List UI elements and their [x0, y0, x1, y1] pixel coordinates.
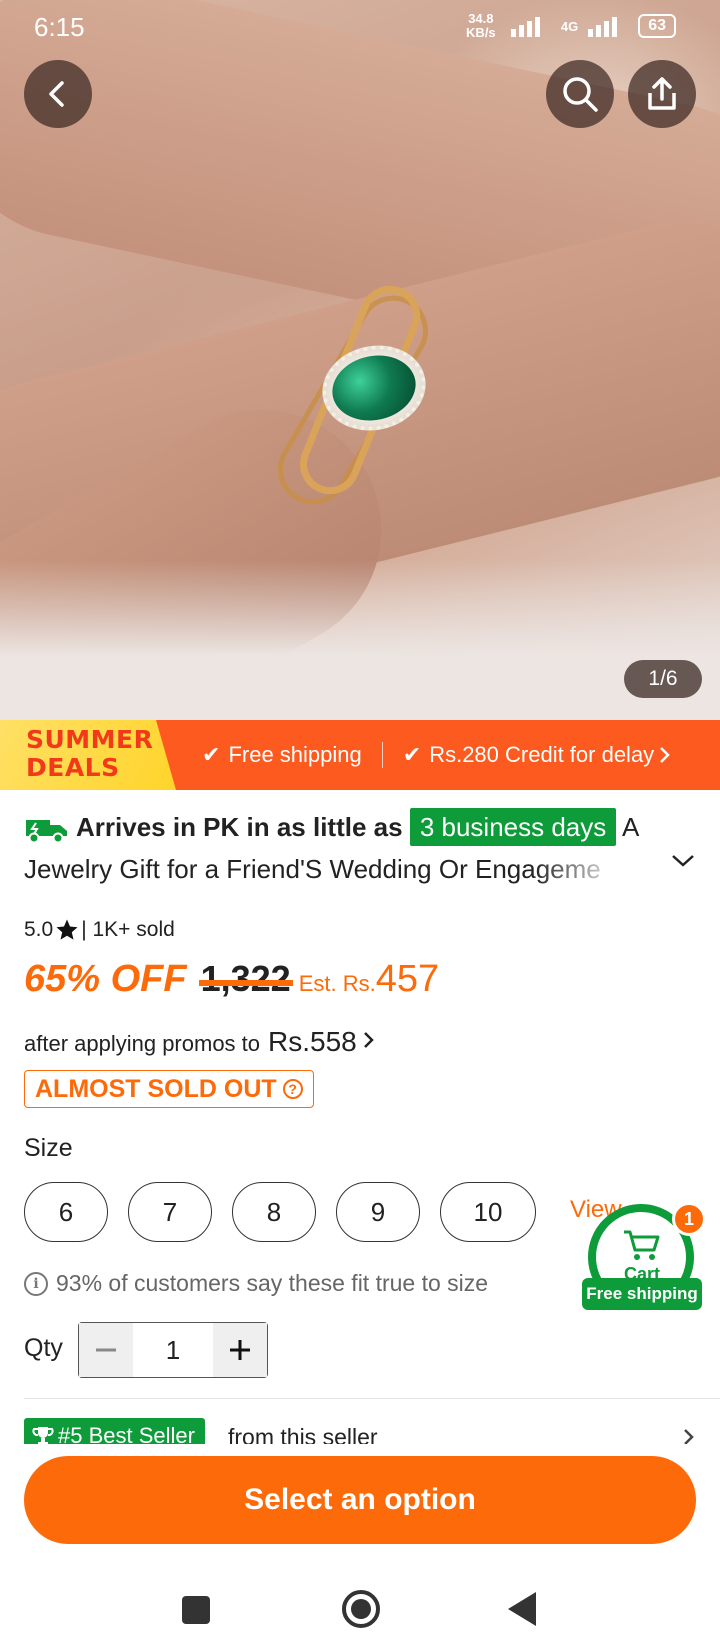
image-counter: 1/6 [624, 660, 702, 698]
decrease-qty-button[interactable] [79, 1323, 133, 1377]
summer-deals-logo: SUMMER DEALS [0, 720, 176, 790]
status-bar: 6:15 34.8 KB/s 4G 63 [0, 0, 720, 54]
status-icons: 34.8 KB/s 4G 63 [461, 12, 676, 40]
increase-qty-button[interactable] [213, 1323, 267, 1377]
chevron-right-icon [660, 747, 670, 763]
size-option-10[interactable]: 10 [440, 1182, 536, 1242]
expand-title-icon[interactable] [670, 852, 696, 870]
chevron-left-icon [49, 81, 64, 107]
size-option-7[interactable]: 7 [128, 1182, 212, 1242]
product-image[interactable] [0, 0, 720, 720]
star-icon [56, 919, 78, 940]
signal-icon-2 [588, 17, 618, 37]
recent-apps-button[interactable] [182, 1596, 210, 1624]
size-option-8[interactable]: 8 [232, 1182, 316, 1242]
promo-banner[interactable]: SUMMER DEALS ✔ Free shipping ✔ Rs.280 Cr… [0, 720, 720, 790]
fit-note-text: 93% of customers say these fit true to s… [56, 1270, 489, 1296]
bottom-action-bar: Select an option [0, 1444, 720, 1650]
fast-delivery-truck-icon [26, 820, 67, 844]
rating-row[interactable]: 5.0 | 1K+ sold [24, 918, 175, 942]
seller-text: from this seller [228, 1424, 378, 1444]
promo-text: after applying promos to [24, 1031, 261, 1056]
qty-value[interactable]: 1 [133, 1323, 213, 1377]
back-button[interactable] [24, 60, 92, 128]
image-background [0, 560, 720, 720]
help-icon: ? [282, 1079, 303, 1099]
delivery-badge: 3 business days [409, 808, 617, 846]
signal-icon [510, 17, 540, 37]
est-label: Est. Rs. [298, 971, 376, 996]
rating-value: 5.0 [24, 918, 54, 941]
qty-label: Qty [24, 1334, 63, 1362]
credit-text: Rs.280 Credit for delay [429, 742, 655, 767]
check-icon: ✔ [202, 742, 221, 767]
size-label: Size [24, 1134, 73, 1162]
select-option-button[interactable]: Select an option [24, 1456, 696, 1544]
check-icon: ✔ [402, 742, 422, 767]
minus-icon [96, 1348, 116, 1352]
system-nav-bar [0, 1564, 720, 1650]
size-option-9[interactable]: 9 [336, 1182, 420, 1242]
chevron-right-icon [363, 1032, 374, 1048]
promo-price: Rs.558 [268, 1026, 357, 1057]
free-shipping-text: Free shipping [228, 742, 362, 767]
best-seller-badge: #5 Best Seller [24, 1418, 205, 1444]
sold-count: | 1K+ sold [81, 918, 175, 941]
price-row: 65% OFF 1,322 Est. Rs. 457 [24, 958, 439, 1001]
home-button[interactable] [342, 1590, 380, 1628]
divider [381, 742, 383, 768]
section-divider [24, 1398, 720, 1399]
promo-price-row[interactable]: after applying promos to Rs.558 [24, 1026, 377, 1058]
network-type: 4G [560, 18, 579, 34]
best-seller-text: #5 Best Seller [58, 1423, 195, 1444]
deal-line2: DEALS [26, 753, 120, 782]
share-button[interactable] [628, 60, 696, 128]
title-part2: Jewelry Gift for a Friend'S Wedding Or E… [24, 854, 601, 884]
info-icon: i [24, 1271, 48, 1296]
est-price: 457 [375, 958, 440, 1000]
arrives-text: Arrives in PK in as little as [76, 812, 403, 842]
search-button[interactable] [546, 60, 614, 128]
discount-label: 65% OFF [24, 958, 187, 1000]
deal-line1: SUMMER [26, 725, 154, 754]
quantity-stepper: 1 [78, 1322, 268, 1378]
cart-count-badge: 1 [672, 1202, 706, 1236]
trophy-icon [32, 1427, 54, 1444]
original-price: 1,322 [198, 958, 293, 999]
cart-free-shipping-label: Free shipping [582, 1278, 702, 1310]
system-back-button[interactable] [508, 1592, 536, 1626]
network-speed: 34.8 KB/s [466, 11, 496, 40]
almost-sold-out-badge[interactable]: ALMOST SOLD OUT ? [24, 1070, 314, 1108]
fit-note: i 93% of customers say these fit true to… [24, 1270, 488, 1297]
size-options: 6 7 8 9 10 [24, 1182, 536, 1242]
title-part1: A [616, 812, 640, 842]
size-option-6[interactable]: 6 [24, 1182, 108, 1242]
status-time: 6:15 [34, 12, 85, 42]
share-icon [648, 77, 676, 110]
product-title[interactable]: Arrives in PK in as little as 3 business… [24, 806, 664, 890]
search-icon [563, 77, 598, 112]
best-seller-row[interactable]: #5 Best Seller from this seller [0, 1416, 720, 1444]
battery-icon: 63 [638, 14, 676, 38]
cart-icon [624, 1230, 660, 1260]
chevron-right-icon [684, 1429, 694, 1444]
stock-badge-text: ALMOST SOLD OUT [35, 1074, 277, 1103]
plus-icon [230, 1340, 250, 1360]
